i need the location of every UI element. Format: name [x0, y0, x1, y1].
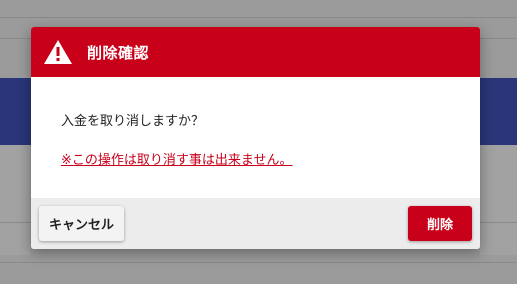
cancel-button[interactable]: キャンセル	[39, 206, 124, 241]
dialog-title: 削除確認	[87, 43, 150, 62]
confirm-message: 入金を取り消しますか？	[61, 114, 205, 129]
irreversible-warning: ※この操作は取り消す事は出来ません。	[61, 153, 293, 168]
background-panel	[0, 145, 30, 255]
delete-confirm-dialog: 削除確認 入金を取り消しますか？ ※この操作は取り消す事は出来ません。 キャンセ…	[31, 27, 480, 249]
delete-button[interactable]: 削除	[408, 206, 472, 241]
background-divider	[0, 262, 517, 263]
dialog-body: 入金を取り消しますか？ ※この操作は取り消す事は出来ません。	[31, 77, 480, 198]
background-panel	[480, 145, 517, 255]
warning-icon	[44, 40, 72, 64]
background-divider	[0, 17, 517, 18]
dialog-footer: キャンセル 削除	[31, 198, 480, 249]
dialog-header: 削除確認	[31, 27, 480, 77]
